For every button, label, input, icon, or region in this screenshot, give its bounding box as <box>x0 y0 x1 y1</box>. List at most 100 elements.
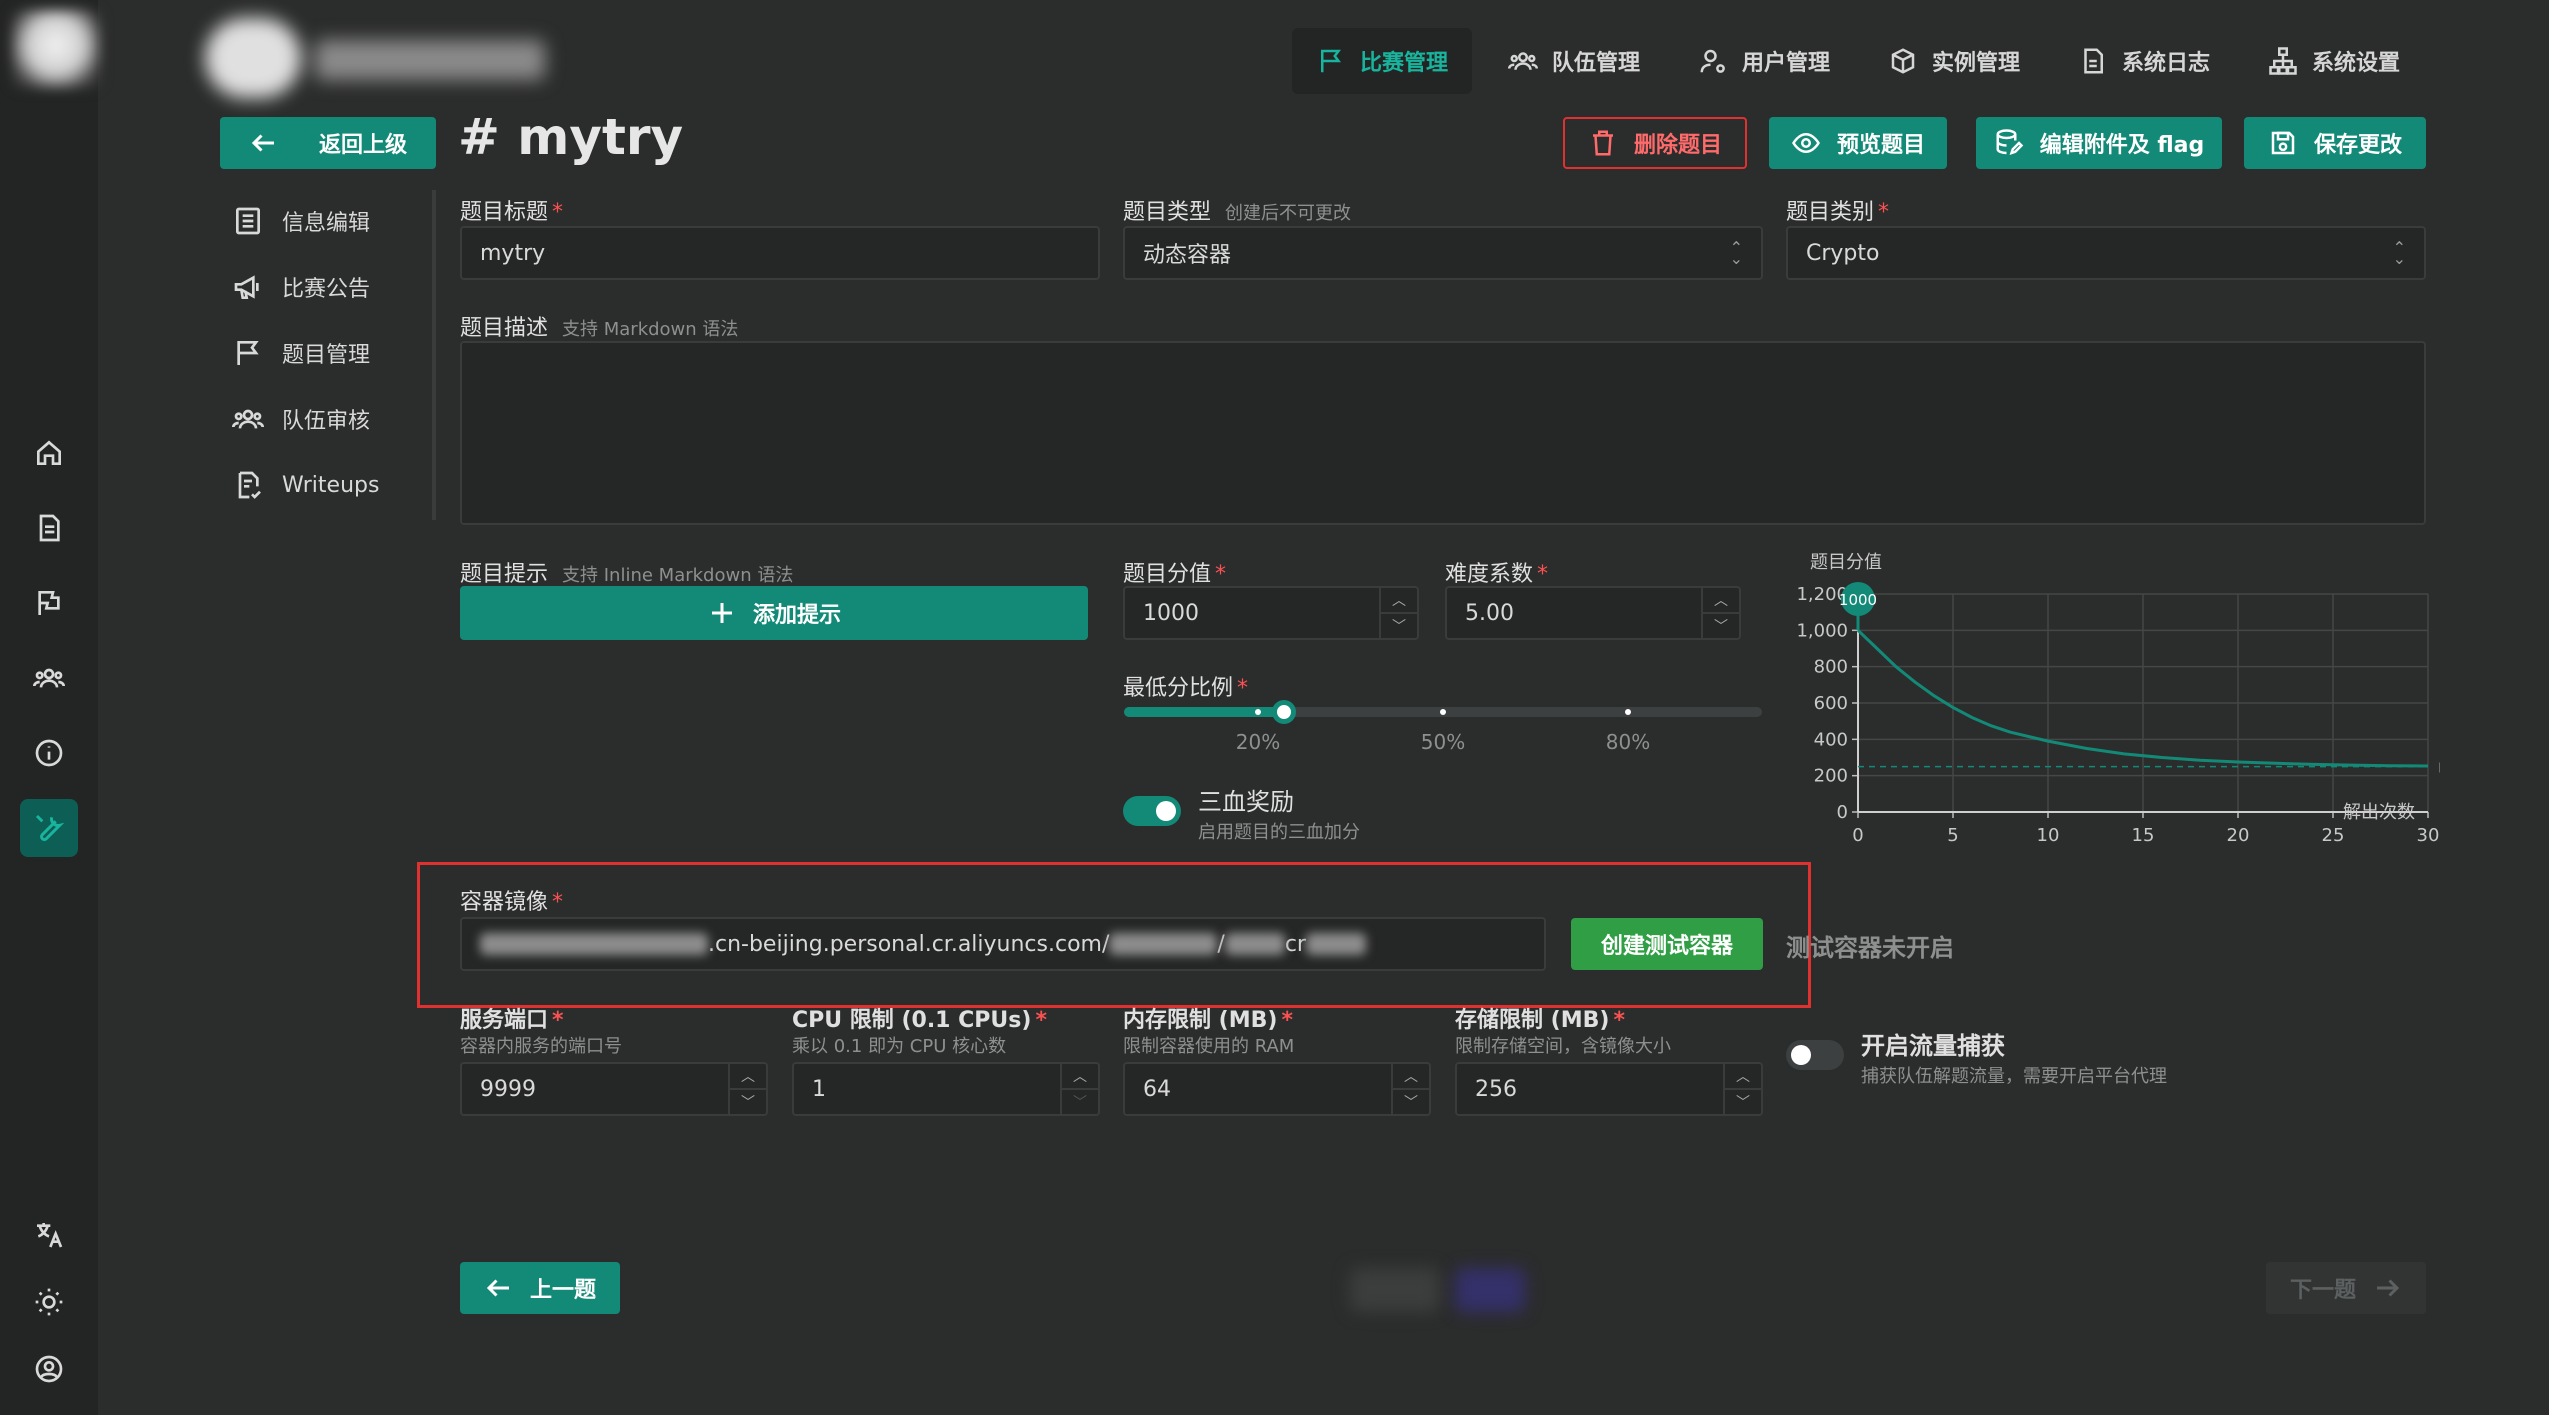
traffic-capture-toggle[interactable] <box>1786 1040 1844 1070</box>
slider-thumb[interactable] <box>1271 700 1296 724</box>
blood-bonus-toggle[interactable] <box>1123 796 1181 826</box>
chart-xtick-label: 5 <box>1947 825 1958 845</box>
redacted-text <box>1224 933 1285 955</box>
topnav-team-management[interactable]: 队伍管理 <box>1484 28 1664 94</box>
database-edit-icon <box>1996 129 2023 155</box>
app-logo[interactable] <box>12 10 100 88</box>
title-input[interactable]: mytry <box>460 226 1100 280</box>
edit-attachments-button[interactable]: 编辑附件及 flag <box>1976 117 2222 169</box>
cpu-stepper[interactable]: ︿ ﹀ <box>1060 1064 1098 1114</box>
info-icon[interactable] <box>20 724 78 782</box>
users-icon[interactable] <box>20 649 78 707</box>
home-icon[interactable] <box>20 424 78 482</box>
score-label: 题目分值 * <box>1123 562 1227 587</box>
image-input[interactable]: .cn-beijing.personal.cr.aliyuncs.com/ / … <box>460 917 1546 971</box>
min-ratio-label: 最低分比例 * <box>1123 676 1249 701</box>
save-icon <box>2271 131 2295 155</box>
description-textarea[interactable] <box>460 341 2426 525</box>
chart-ytick-label: 400 <box>1814 729 1848 750</box>
topnav-system-settings[interactable]: 系统设置 <box>2244 28 2424 94</box>
min-ratio-slider[interactable] <box>1124 707 1762 717</box>
chevron-up-icon[interactable]: ︿ <box>1703 588 1739 614</box>
flag-icon[interactable] <box>20 574 78 632</box>
left-rail <box>0 0 100 1415</box>
title-label: 题目标题 * <box>460 200 564 225</box>
brand-logo[interactable] <box>205 18 565 98</box>
cpu-desc: 乘以 0.1 即为 CPU 核心数 <box>792 1036 1007 1057</box>
subnav-info-edit[interactable]: 信息编辑 <box>232 196 370 246</box>
topnav-game-management[interactable]: 比赛管理 <box>1292 28 1473 94</box>
box-icon <box>1891 48 1915 74</box>
memory-input[interactable]: 64 ︿ ﹀ <box>1123 1062 1431 1116</box>
next-challenge-button[interactable]: 下一题 <box>2266 1262 2426 1314</box>
delete-challenge-button[interactable]: 删除题目 <box>1563 117 1747 169</box>
redacted-text <box>1109 933 1218 955</box>
file-icon <box>2084 48 2103 74</box>
port-input[interactable]: 9999 ︿ ﹀ <box>460 1062 768 1116</box>
chevron-up-icon[interactable]: ︿ <box>1725 1064 1761 1090</box>
image-label: 容器镜像 * <box>460 890 564 915</box>
theme-icon[interactable] <box>20 1273 78 1331</box>
slider-mark-dot <box>1625 709 1631 715</box>
document-icon[interactable] <box>20 499 78 557</box>
subnav-team-review[interactable]: 队伍审核 <box>232 394 370 444</box>
chevron-down-icon[interactable]: ﹀ <box>1725 1090 1761 1114</box>
score-stepper[interactable]: ︿ ﹀ <box>1379 588 1417 638</box>
wrench-icon[interactable] <box>20 799 78 857</box>
topnav-system-logs[interactable]: 系统日志 <box>2054 28 2234 94</box>
storage-input[interactable]: 256 ︿ ﹀ <box>1455 1062 1763 1116</box>
chevron-down-icon[interactable]: ﹀ <box>1393 1090 1429 1114</box>
subnav-writeups[interactable]: Writeups <box>232 460 379 510</box>
subnav-announcements[interactable]: 比赛公告 <box>232 262 370 312</box>
chevron-up-icon[interactable]: ︿ <box>1062 1064 1098 1090</box>
file-check-icon <box>238 471 261 499</box>
topnav-user-management[interactable]: 用户管理 <box>1674 28 1854 94</box>
topnav-instance-management[interactable]: 实例管理 <box>1864 28 2044 94</box>
slider-mark-label: 50% <box>1420 730 1466 754</box>
category-label: 题目类别 * <box>1786 200 1890 225</box>
port-stepper[interactable]: ︿ ﹀ <box>728 1064 766 1114</box>
category-select[interactable]: Crypto ⌃ ⌄ <box>1786 226 2426 280</box>
memory-stepper[interactable]: ︿ ﹀ <box>1391 1064 1429 1114</box>
test-container-status: 测试容器未开启 <box>1786 934 1954 962</box>
chevron-up-icon[interactable]: ︿ <box>1393 1064 1429 1090</box>
chart-xtick-label: 10 <box>2037 825 2060 845</box>
blood-bonus-desc: 启用题目的三血加分 <box>1198 822 1360 843</box>
chart-point-label: 1000 <box>1839 591 1877 609</box>
back-button[interactable]: 返回上级 <box>220 117 436 169</box>
user-circle-icon[interactable] <box>20 1340 78 1398</box>
subnav-challenges[interactable]: 题目管理 <box>232 328 370 378</box>
language-icon[interactable] <box>20 1206 78 1264</box>
chevron-down-icon[interactable]: ﹀ <box>1062 1090 1098 1114</box>
chart-ytick-label: 600 <box>1814 693 1848 714</box>
difficulty-stepper[interactable]: ︿ ﹀ <box>1701 588 1739 638</box>
slider-mark-label: 80% <box>1605 730 1651 754</box>
type-select[interactable]: 动态容器 ⌃ ⌄ <box>1123 226 1763 280</box>
slider-mark-dot <box>1255 709 1261 715</box>
chevron-up-icon[interactable]: ︿ <box>1381 588 1417 614</box>
chevron-down-icon[interactable]: ﹀ <box>730 1090 766 1114</box>
score-input[interactable]: 1000 ︿ ﹀ <box>1123 586 1419 640</box>
list-icon <box>236 207 260 235</box>
storage-stepper[interactable]: ︿ ﹀ <box>1723 1064 1761 1114</box>
save-changes-button[interactable]: 保存更改 <box>2244 117 2426 169</box>
chevron-down-icon[interactable]: ﹀ <box>1381 614 1417 638</box>
chart-ylabel: 题目分值 <box>1810 552 1882 573</box>
prev-challenge-button[interactable]: 上一题 <box>460 1262 620 1314</box>
arrow-left-icon <box>486 1279 509 1297</box>
preview-challenge-button[interactable]: 预览题目 <box>1769 117 1947 169</box>
storage-label: 存储限制 (MB) * <box>1455 1008 1625 1033</box>
hint-label: 题目提示 支持 Inline Markdown 语法 <box>460 562 794 587</box>
difficulty-input[interactable]: 5.00 ︿ ﹀ <box>1445 586 1741 640</box>
chevron-down-icon[interactable]: ﹀ <box>1703 614 1739 638</box>
slider-mark-dot <box>1440 709 1446 715</box>
traffic-capture-label: 开启流量捕获 <box>1861 1032 2005 1060</box>
cpu-input[interactable]: 1 ︿ ﹀ <box>792 1062 1100 1116</box>
users-icon <box>232 409 264 429</box>
add-hint-button[interactable]: 添加提示 <box>460 586 1088 640</box>
description-label: 题目描述 支持 Markdown 语法 <box>460 316 739 341</box>
traffic-capture-desc: 捕获队伍解题流量，需要开启平台代理 <box>1861 1066 2167 1087</box>
megaphone-icon <box>234 275 259 299</box>
create-test-container-button[interactable]: 创建测试容器 <box>1571 918 1763 970</box>
chevron-up-icon[interactable]: ︿ <box>730 1064 766 1090</box>
